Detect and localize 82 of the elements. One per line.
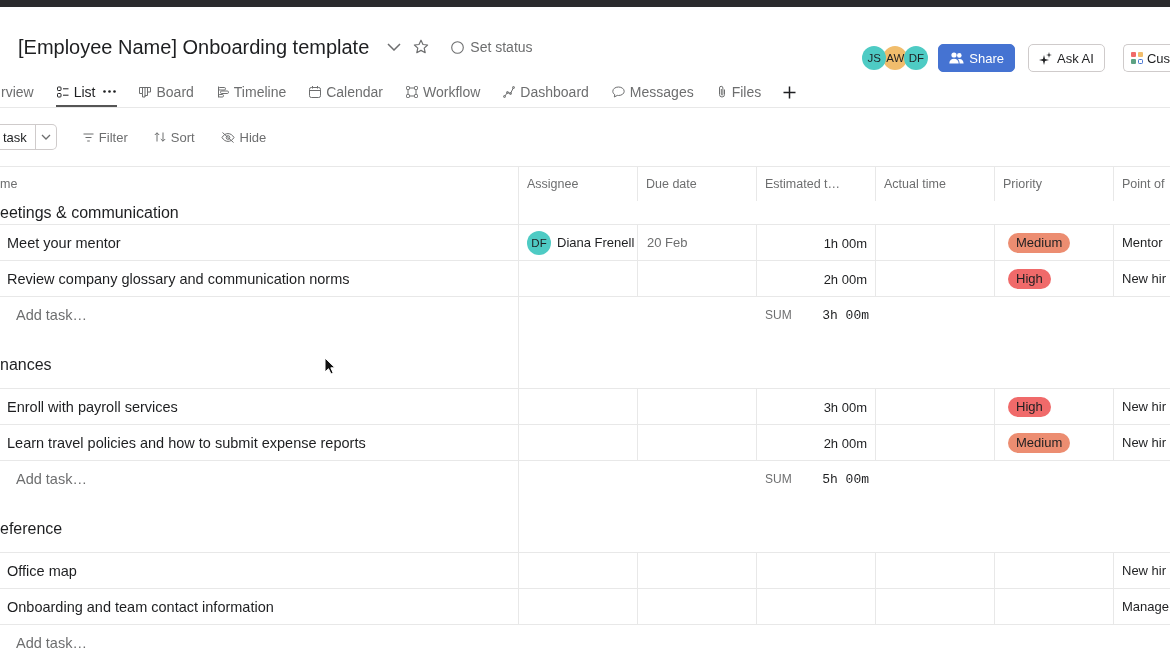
sum-label: SUM — [765, 472, 792, 486]
filter-button[interactable]: Filter — [76, 124, 134, 150]
timeline-icon — [216, 85, 229, 98]
customize-button[interactable]: Cus — [1122, 44, 1170, 72]
column-header[interactable]: Actual time — [876, 167, 995, 201]
point-of-value: New hir — [1122, 435, 1167, 450]
chevron-down-icon — [40, 134, 51, 140]
task-name[interactable]: Learn travel policies and how to submit expense reports — [7, 434, 366, 451]
section-title: eetings & communication — [0, 203, 179, 222]
member-avatar[interactable]: DF — [904, 46, 929, 70]
filter-icon — [82, 132, 94, 142]
priority-tag[interactable]: High — [1008, 268, 1051, 289]
paperclip-icon — [716, 85, 727, 98]
eye-slash-icon — [220, 131, 235, 143]
people-icon — [949, 52, 965, 64]
column-header[interactable]: Assignee — [519, 167, 638, 201]
point-of-value: New hir — [1122, 271, 1167, 286]
view-tab[interactable]: Board — [138, 80, 195, 107]
sort-button[interactable]: Sort — [147, 124, 201, 150]
member-avatar[interactable]: JS — [862, 46, 887, 70]
chevron-down-icon[interactable] — [387, 43, 402, 51]
sum-label: SUM — [765, 308, 792, 322]
view-tab[interactable]: rview — [0, 80, 35, 107]
share-button[interactable]: Share — [938, 44, 1015, 72]
point-of-value: Manage — [1122, 599, 1169, 614]
sparkle-icon — [1039, 51, 1052, 65]
line-chart-icon — [503, 85, 516, 98]
hide-button[interactable]: Hide — [214, 124, 273, 150]
task-name[interactable]: Meet your mentor — [7, 234, 121, 251]
view-tab[interactable]: Dashboard — [502, 80, 590, 107]
section-title: eference — [0, 519, 63, 538]
assignee-avatar: DF — [527, 230, 551, 255]
column-header[interactable]: me — [0, 167, 519, 201]
member-avatar[interactable]: AW — [883, 46, 908, 70]
view-tab[interactable]: Messages — [610, 80, 695, 107]
task-name[interactable]: Onboarding and team contact information — [7, 598, 274, 615]
circle-icon — [451, 40, 465, 54]
view-tab[interactable]: Calendar — [308, 80, 385, 107]
calendar-icon — [309, 85, 322, 98]
estimated-time: 3h 00m — [823, 400, 867, 415]
more-icon[interactable] — [103, 90, 117, 93]
estimated-time: 2h 00m — [823, 436, 867, 451]
view-tab[interactable]: Files — [715, 80, 763, 107]
sum-value: 3h 00m — [822, 307, 869, 323]
column-header[interactable]: Due date — [638, 167, 757, 201]
point-of-value: New hir — [1122, 563, 1167, 578]
estimated-time: 1h 00m — [823, 236, 867, 251]
section-title: nances — [0, 355, 52, 374]
column-header[interactable]: Estimated t… — [757, 167, 876, 201]
set-status-button[interactable]: Set status — [451, 39, 533, 55]
app-grid-icon — [1130, 52, 1143, 64]
speech-bubble-icon — [611, 85, 625, 98]
add-task-link[interactable]: Add task… — [8, 471, 87, 487]
task-name[interactable]: Review company glossary and communication norms — [7, 270, 350, 287]
point-of-value: New hir — [1122, 399, 1167, 414]
view-tab[interactable]: Workflow — [405, 80, 482, 107]
due-date[interactable]: 20 Feb — [647, 235, 688, 250]
mouse-pointer-icon — [324, 357, 336, 375]
board-icon — [139, 85, 152, 98]
point-of-value: Mentor — [1122, 235, 1163, 250]
assignee-name: Diana Frenell — [557, 235, 635, 250]
priority-tag[interactable]: High — [1008, 396, 1051, 417]
sum-value: 5h 00m — [822, 471, 869, 487]
add-task-link[interactable]: Add task… — [8, 635, 87, 651]
list-icon — [56, 85, 69, 98]
view-tab[interactable]: Timeline — [215, 80, 288, 107]
ask-ai-button[interactable]: Ask AI — [1028, 44, 1105, 72]
sort-arrows-icon — [153, 132, 166, 142]
column-header[interactable]: Point of — [1114, 167, 1170, 201]
column-header[interactable]: Priority — [995, 167, 1114, 201]
star-icon[interactable] — [413, 39, 430, 55]
view-tab[interactable]: List — [55, 80, 118, 107]
add-task-link[interactable]: Add task… — [8, 307, 87, 323]
workflow-icon — [406, 85, 419, 98]
estimated-time: 2h 00m — [823, 272, 867, 287]
project-title[interactable]: [Employee Name] Onboarding template — [18, 33, 370, 61]
task-name[interactable]: Enroll with payroll services — [7, 398, 178, 415]
plus-icon[interactable] — [783, 85, 797, 99]
add-task-button[interactable]: task — [0, 124, 36, 150]
priority-tag[interactable]: Medium — [1008, 432, 1071, 453]
priority-tag[interactable]: Medium — [1008, 232, 1071, 253]
task-name[interactable]: Office map — [7, 562, 77, 579]
